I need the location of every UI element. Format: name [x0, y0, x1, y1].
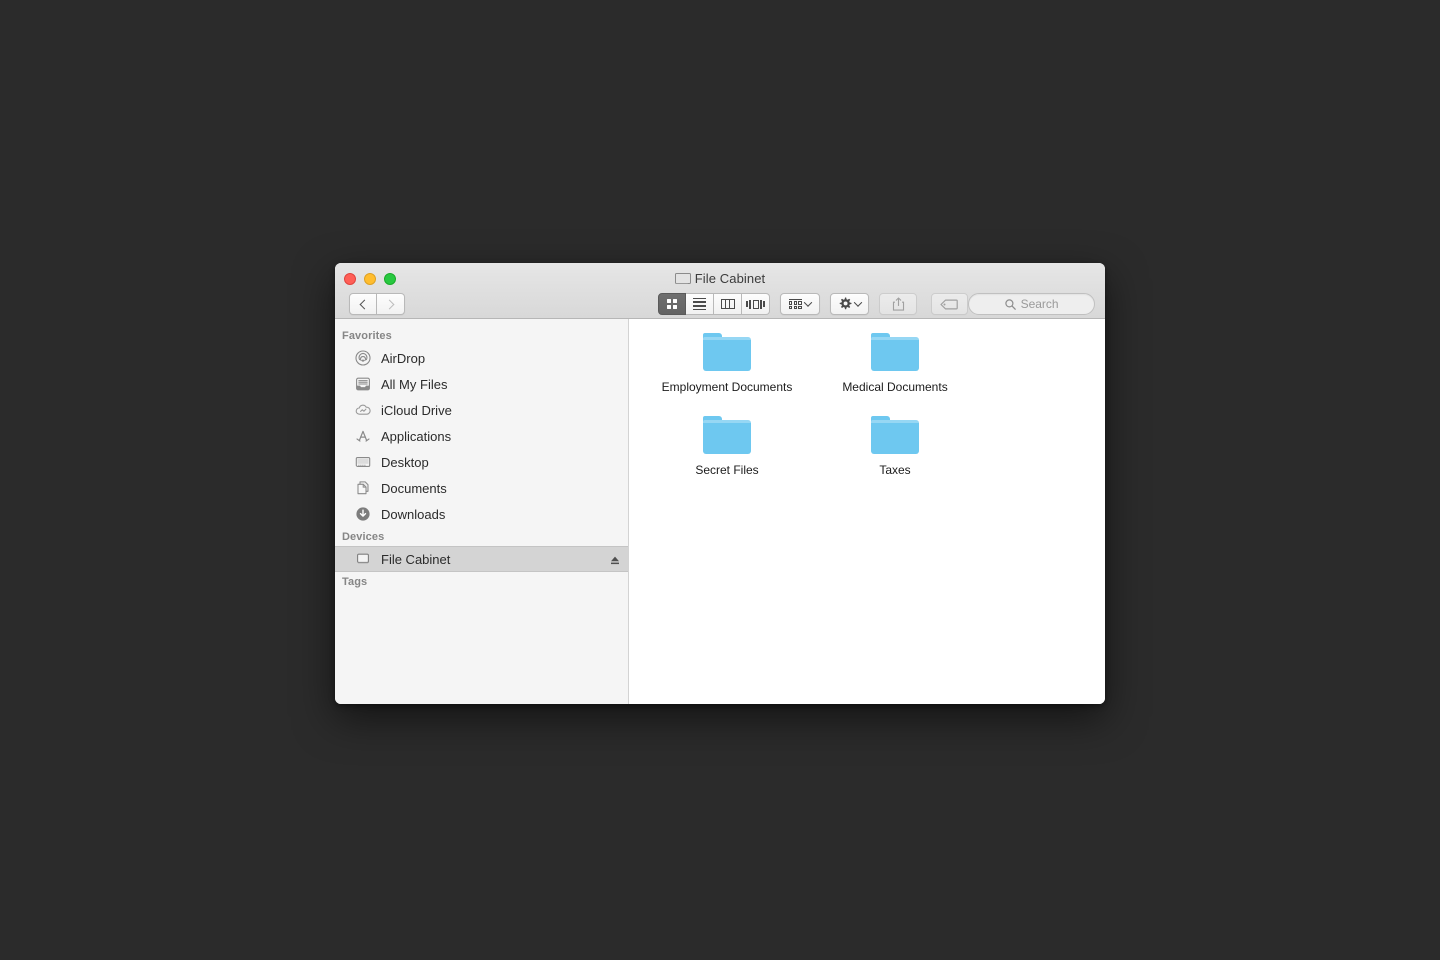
share-icon [892, 297, 904, 311]
documents-icon [355, 480, 371, 496]
sidebar-item-label: iCloud Drive [381, 402, 452, 418]
minimize-button[interactable] [364, 273, 376, 285]
file-item-label: Taxes [879, 463, 911, 477]
sidebar-section-favorites-header: Favorites [342, 330, 392, 342]
file-item[interactable]: Employment Documents [643, 333, 811, 394]
sidebar-item-desktop[interactable]: Desktop [335, 449, 628, 475]
window-title-text: File Cabinet [694, 271, 766, 286]
sidebar-item-label: Desktop [381, 454, 429, 470]
navigation-buttons [349, 293, 405, 315]
sidebar-item-airdrop[interactable]: AirDrop [335, 345, 628, 371]
view-mode-list-button[interactable] [686, 293, 714, 315]
sidebar-section-devices-header: Devices [342, 531, 385, 543]
window-titlebar[interactable]: File Cabinet Search [335, 263, 1105, 319]
sidebar-item-label: All My Files [381, 376, 448, 392]
sidebar-item-file-cabinet[interactable]: File Cabinet [335, 546, 628, 572]
file-item-label: Employment Documents [661, 380, 793, 394]
view-mode-icon-button[interactable] [658, 293, 686, 315]
desktop-icon [355, 454, 371, 470]
folder-icon [703, 333, 751, 371]
sidebar-item-downloads[interactable]: Downloads [335, 501, 628, 527]
view-mode-column-button[interactable] [714, 293, 742, 315]
search-placeholder: Search [1020, 297, 1059, 311]
search-icon [1004, 298, 1016, 310]
window-body: Favorites AirDrop All My Files iCloud Dr… [335, 319, 1105, 704]
toolbar: Search [335, 289, 1105, 319]
view-mode-group [658, 293, 770, 315]
sidebar-item-label: Applications [381, 428, 452, 444]
sidebar-item-icloud-drive[interactable]: iCloud Drive [335, 397, 628, 423]
hard-drive-icon [674, 273, 691, 284]
folder-icon [703, 416, 751, 454]
share-button[interactable] [879, 293, 917, 315]
file-item[interactable]: Medical Documents [811, 333, 979, 394]
sidebar: Favorites AirDrop All My Files iCloud Dr… [335, 319, 629, 704]
arrange-by-button[interactable] [780, 293, 820, 315]
folder-icon [871, 416, 919, 454]
edit-tags-button[interactable] [930, 293, 969, 315]
gear-icon [839, 297, 852, 310]
icon-grid: Employment Documents Medical Documents S… [629, 333, 1105, 477]
finder-window: File Cabinet Search Favorites AirDrop Al… [335, 263, 1105, 704]
downloads-icon [355, 506, 371, 522]
file-item-label: Medical Documents [842, 380, 948, 394]
traffic-light-group [344, 273, 396, 285]
grid-view-icon [667, 299, 677, 309]
close-button[interactable] [344, 273, 356, 285]
chevron-right-icon [384, 299, 395, 309]
file-browser-content[interactable]: Employment Documents Medical Documents S… [629, 319, 1105, 704]
file-item[interactable]: Taxes [811, 416, 979, 477]
chevron-down-icon [803, 298, 813, 307]
coverflow-view-icon [746, 299, 765, 310]
chevron-left-icon [359, 299, 369, 309]
file-item-label: Secret Files [695, 463, 759, 477]
maximize-button[interactable] [384, 273, 396, 285]
icloud-drive-icon [355, 402, 371, 418]
all-my-files-icon [355, 376, 371, 392]
file-item[interactable]: Secret Files [643, 416, 811, 477]
view-mode-coverflow-button[interactable] [742, 293, 770, 315]
sidebar-item-label: Documents [381, 480, 447, 496]
chevron-down-icon [853, 298, 863, 307]
back-button[interactable] [349, 293, 377, 315]
column-view-icon [720, 299, 735, 309]
action-menu-button[interactable] [829, 293, 870, 315]
applications-icon [355, 428, 371, 444]
list-view-icon [693, 297, 706, 311]
hard-drive-icon [355, 551, 371, 567]
sidebar-item-documents[interactable]: Documents [335, 475, 628, 501]
airdrop-icon [355, 350, 371, 366]
folder-icon [871, 333, 919, 371]
forward-button[interactable] [377, 293, 405, 315]
sidebar-item-all-my-files[interactable]: All My Files [335, 371, 628, 397]
sidebar-item-label: Downloads [381, 506, 446, 522]
sidebar-item-applications[interactable]: Applications [335, 423, 628, 449]
sidebar-item-label: File Cabinet [381, 551, 451, 567]
sidebar-item-label: AirDrop [381, 350, 426, 366]
window-title: File Cabinet [335, 271, 1105, 286]
arrange-grid-icon [788, 298, 802, 310]
tag-icon [940, 299, 959, 309]
sidebar-section-tags-header: Tags [342, 576, 368, 588]
eject-icon[interactable] [610, 554, 620, 565]
search-input[interactable]: Search [968, 293, 1095, 315]
